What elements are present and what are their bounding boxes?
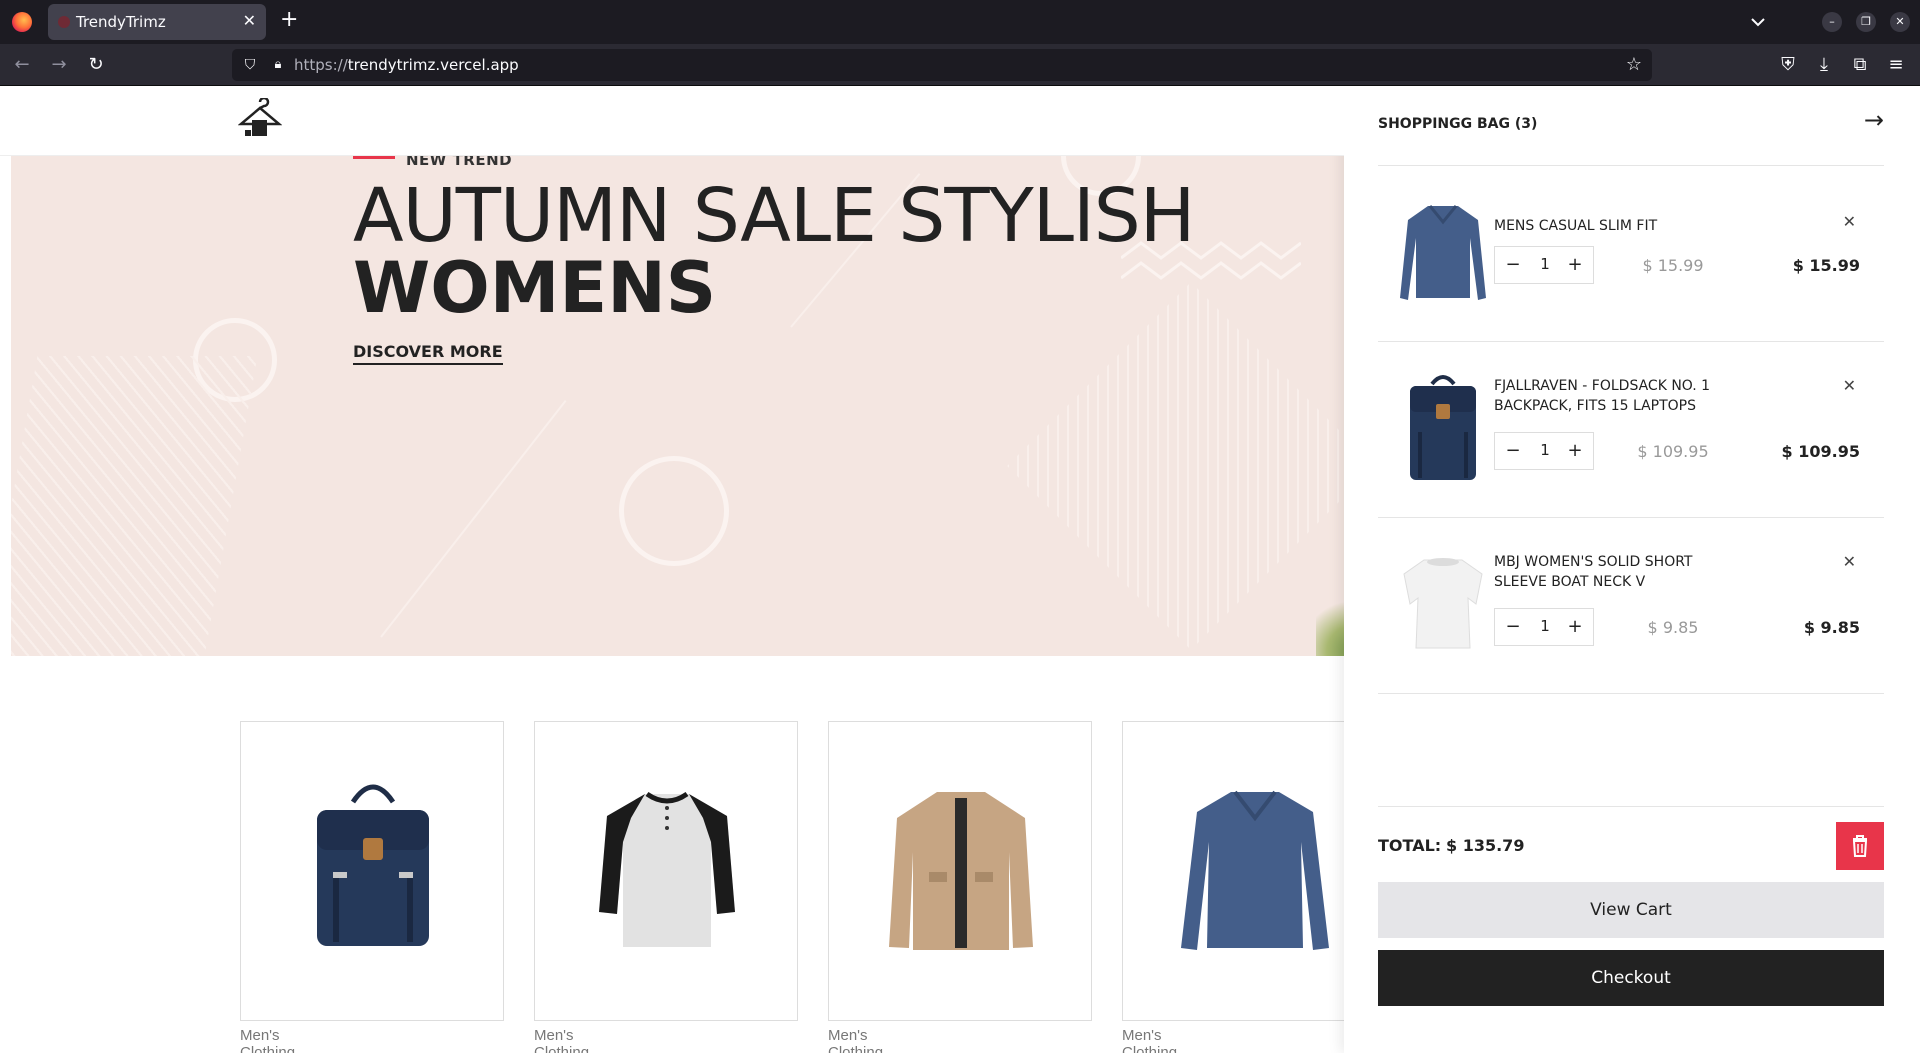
- line-total: $ 109.95: [1781, 442, 1860, 461]
- reload-icon[interactable]: ↻: [84, 53, 108, 77]
- decrease-qty-button[interactable]: −: [1499, 615, 1527, 639]
- url-bar[interactable]: ⛉ 🔒︎ https://trendytrimz.vercel.app ☆: [232, 49, 1652, 81]
- page-overlay[interactable]: [0, 86, 1344, 1053]
- cart-item: FJALLRAVEN - FOLDSACK NO. 1 BACKPACK, FIT…: [1378, 342, 1884, 518]
- browser-tab[interactable]: TrendyTrimz ✕: [48, 4, 266, 40]
- quantity-value: 1: [1540, 617, 1550, 635]
- view-cart-button[interactable]: View Cart: [1378, 882, 1884, 938]
- browser-nav-bar: ← → ↻ ⛉ 🔒︎ https://trendytrimz.vercel.ap…: [0, 44, 1920, 86]
- item-name-line: SLEEVE BOAT NECK V: [1494, 574, 1646, 590]
- remove-item-icon[interactable]: ✕: [1843, 212, 1856, 231]
- firefox-logo-icon: [12, 12, 32, 32]
- unit-price: $ 15.99: [1642, 256, 1704, 275]
- item-name: FJALLRAVEN - FOLDSACK NO. 1 BACKPACK, FIT…: [1494, 376, 1724, 416]
- increase-qty-button[interactable]: +: [1561, 615, 1589, 639]
- new-tab-icon[interactable]: +: [280, 8, 298, 32]
- decrease-qty-button[interactable]: −: [1499, 253, 1527, 277]
- downloads-icon[interactable]: ⤓: [1812, 53, 1836, 77]
- restore-icon[interactable]: ❐: [1856, 12, 1876, 32]
- increase-qty-button[interactable]: +: [1561, 439, 1589, 463]
- line-total: $ 15.99: [1792, 256, 1860, 275]
- close-window-icon[interactable]: ✕: [1890, 12, 1910, 32]
- forward-icon[interactable]: →: [47, 53, 71, 77]
- cart-item: MBJ WOMEN'S SOLID SHORT SLEEVE BOAT NECK …: [1378, 518, 1884, 694]
- site-header: [0, 86, 1344, 156]
- browser-tab-bar: TrendyTrimz ✕ + – ❐ ✕: [0, 0, 1920, 44]
- pocket-icon[interactable]: ⛨: [1776, 53, 1800, 77]
- longsleeve-tshirt-image: [1400, 205, 1486, 300]
- item-name: MENS CASUAL SLIM FIT: [1494, 218, 1658, 234]
- decrease-qty-button[interactable]: −: [1499, 439, 1527, 463]
- quantity-stepper: − 1 +: [1494, 432, 1594, 470]
- remove-item-icon[interactable]: ✕: [1843, 376, 1856, 395]
- tracking-shield-icon[interactable]: ⛉: [240, 55, 260, 75]
- bookmark-star-icon[interactable]: ☆: [1626, 54, 1642, 75]
- drawer-divider: [1378, 806, 1884, 807]
- quantity-value: 1: [1540, 255, 1550, 273]
- increase-qty-button[interactable]: +: [1561, 253, 1589, 277]
- url-text[interactable]: https://trendytrimz.vercel.app: [294, 56, 519, 74]
- lock-icon[interactable]: 🔒︎: [268, 55, 288, 75]
- drawer-header: SHOPPINGG BAG (3) →: [1378, 86, 1884, 166]
- checkout-button[interactable]: Checkout: [1378, 950, 1884, 1006]
- item-name: MBJ WOMEN'S SOLID SHORT SLEEVE BOAT NECK …: [1494, 552, 1724, 592]
- item-name-line: FJALLRAVEN - FOLDSACK NO. 1: [1494, 378, 1711, 394]
- unit-price: $ 9.85: [1647, 618, 1699, 637]
- item-name-line: MBJ WOMEN'S SOLID SHORT: [1494, 554, 1693, 570]
- total-value: $ 135.79: [1446, 836, 1525, 855]
- trash-icon: [1852, 835, 1868, 857]
- arrow-right-icon[interactable]: →: [1864, 106, 1884, 134]
- url-protocol: https://: [294, 56, 348, 74]
- minimize-icon[interactable]: –: [1822, 12, 1842, 32]
- back-icon[interactable]: ←: [10, 53, 34, 77]
- quantity-stepper: − 1 +: [1494, 608, 1594, 646]
- quantity-stepper: − 1 +: [1494, 246, 1594, 284]
- drawer-title: SHOPPINGG BAG (3): [1378, 116, 1538, 132]
- white-top-image: [1403, 558, 1483, 649]
- clear-cart-button[interactable]: [1836, 822, 1884, 870]
- site-favicon-icon: [58, 16, 70, 28]
- item-name-line: BACKPACK, FITS 15 LAPTOPS: [1494, 398, 1697, 414]
- url-host: trendytrimz.vercel.app: [347, 56, 519, 74]
- extensions-icon[interactable]: ⧉: [1848, 53, 1872, 77]
- cart-item: MENS CASUAL SLIM FIT − 1 + $ 15.99 $ 15.…: [1378, 166, 1884, 342]
- list-tabs-icon[interactable]: [1748, 12, 1768, 32]
- line-total: $ 9.85: [1803, 618, 1860, 637]
- tab-close-icon[interactable]: ✕: [243, 11, 256, 30]
- total-label: TOTAL:: [1378, 836, 1442, 855]
- menu-icon[interactable]: ≡: [1884, 53, 1908, 77]
- unit-price: $ 109.95: [1637, 442, 1709, 461]
- backpack-image: [1410, 375, 1476, 480]
- tab-title: TrendyTrimz: [76, 13, 166, 31]
- hanger-logo-icon[interactable]: [238, 98, 282, 142]
- quantity-value: 1: [1540, 441, 1550, 459]
- remove-item-icon[interactable]: ✕: [1843, 552, 1856, 571]
